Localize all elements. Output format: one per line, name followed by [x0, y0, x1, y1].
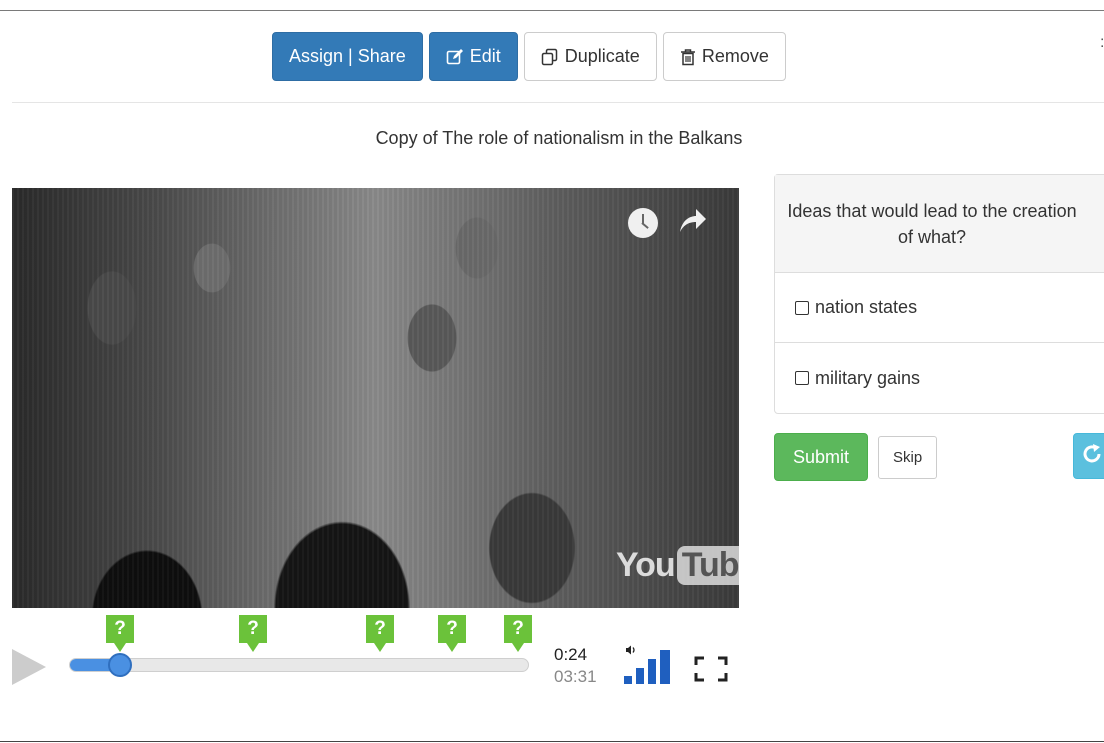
question-panel: Ideas that would lead to the creation of…: [774, 174, 1104, 414]
youtube-logo[interactable]: You Tube: [616, 546, 739, 585]
answer-option-2[interactable]: military gains: [775, 343, 1104, 413]
progress-handle[interactable]: [108, 653, 133, 677]
play-icon[interactable]: [12, 649, 46, 690]
current-time: 0:24: [554, 645, 588, 664]
time-display: 0:24 03:31: [554, 644, 597, 688]
edit-icon: [446, 48, 464, 66]
fullscreen-icon[interactable]: [694, 656, 728, 687]
redo-icon: [1082, 443, 1104, 469]
question-prompt: Ideas that would lead to the creation of…: [775, 175, 1104, 273]
duplicate-label: Duplicate: [564, 46, 640, 66]
answer-option-label: military gains: [815, 367, 921, 388]
assign-share-button[interactable]: Assign | Share: [272, 32, 423, 81]
edge-glyph: :: [1100, 34, 1104, 52]
remove-label: Remove: [701, 46, 769, 66]
question-marker-5[interactable]: ?: [504, 615, 532, 652]
top-divider: [0, 10, 1104, 11]
answer-option-label: nation states: [815, 297, 918, 317]
share-icon[interactable]: [678, 206, 708, 239]
remove-button[interactable]: Remove: [662, 32, 786, 81]
skip-button[interactable]: Skip: [878, 436, 938, 479]
trash-icon: [680, 48, 696, 66]
submit-button[interactable]: Submit: [774, 433, 869, 481]
copy-icon: [541, 48, 559, 66]
checkbox-icon[interactable]: [795, 371, 809, 385]
youtube-logo-tube: Tube: [676, 546, 739, 585]
duration: 03:31: [554, 667, 597, 686]
progress-track[interactable]: [69, 653, 529, 677]
bottom-divider: [0, 741, 1104, 742]
toolbar-divider: [12, 102, 1104, 103]
lesson-toolbar: Assign | Share Edit Duplicate Remove: [272, 32, 786, 81]
assign-share-label: Assign | Share: [289, 46, 406, 66]
question-marker-2[interactable]: ?: [239, 615, 267, 652]
video-frame[interactable]: You Tube: [12, 188, 739, 608]
question-marker-4[interactable]: ?: [438, 615, 466, 652]
youtube-logo-you: You: [616, 546, 676, 584]
volume-icon[interactable]: [622, 644, 674, 691]
answer-option-1[interactable]: nation states: [775, 273, 1104, 343]
checkbox-icon[interactable]: [795, 300, 809, 315]
question-marker-1[interactable]: ?: [106, 615, 134, 652]
edit-label: Edit: [469, 46, 501, 66]
question-marker-3[interactable]: ?: [366, 615, 394, 652]
redo-button[interactable]: [1073, 433, 1104, 479]
duplicate-button[interactable]: Duplicate: [523, 32, 657, 81]
watch-later-icon[interactable]: [628, 208, 658, 238]
edit-button[interactable]: Edit: [428, 32, 518, 81]
player-controls: ? ? ? ? ? 0:24 03:31: [12, 612, 739, 712]
lesson-title: Copy of The role of nationalism in the B…: [375, 128, 743, 148]
